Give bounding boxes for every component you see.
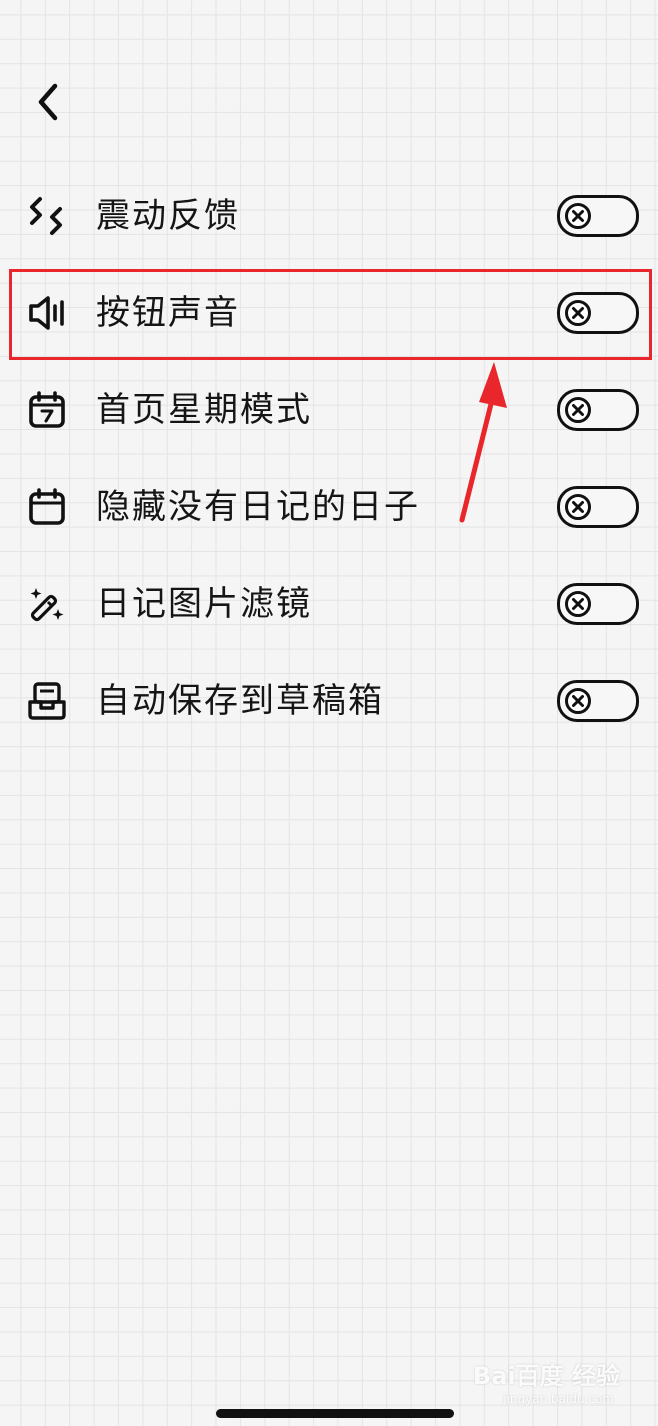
calendar-icon (26, 486, 68, 528)
watermark-url: jingyan.baidu.com (503, 1392, 614, 1406)
button-sound-toggle[interactable] (557, 292, 639, 334)
setting-label: 震动反馈 (96, 196, 240, 236)
settings-list: 震动反馈 按钮声音 首页星期模式 隐藏没有日记的日子 日记图片滤镜 自动保存到草… (0, 168, 658, 750)
chevron-left-icon (38, 83, 58, 121)
setting-label: 自动保存到草稿箱 (96, 681, 384, 721)
setting-row-home-week-mode: 首页星期模式 (0, 362, 658, 459)
autosave-drafts-toggle[interactable] (557, 680, 639, 722)
home-week-mode-toggle[interactable] (557, 389, 639, 431)
magic-wand-icon (26, 583, 68, 625)
setting-row-autosave-drafts: 自动保存到草稿箱 (0, 653, 658, 750)
close-circle-icon (565, 494, 591, 520)
close-circle-icon (565, 397, 591, 423)
close-circle-icon (565, 203, 591, 229)
close-circle-icon (565, 688, 591, 714)
speaker-icon (26, 292, 68, 334)
close-circle-icon (565, 591, 591, 617)
setting-row-button-sound: 按钮声音 (0, 265, 658, 362)
image-filter-toggle[interactable] (557, 583, 639, 625)
setting-row-image-filter: 日记图片滤镜 (0, 556, 658, 653)
setting-row-hide-empty-days: 隐藏没有日记的日子 (0, 459, 658, 556)
setting-label: 日记图片滤镜 (96, 584, 312, 624)
setting-label: 隐藏没有日记的日子 (96, 487, 420, 527)
home-indicator[interactable] (216, 1409, 454, 1418)
calendar-number-icon (26, 389, 68, 431)
drafts-box-icon (26, 680, 68, 722)
hide-empty-days-toggle[interactable] (557, 486, 639, 528)
setting-label: 首页星期模式 (96, 390, 312, 430)
back-button[interactable] (24, 78, 72, 126)
close-circle-icon (565, 300, 591, 326)
setting-label: 按钮声音 (96, 293, 240, 333)
watermark: Bai百度 经验 (472, 1362, 620, 1390)
vibration-icon (26, 195, 68, 237)
vibration-toggle[interactable] (557, 195, 639, 237)
setting-row-vibration: 震动反馈 (0, 168, 658, 265)
